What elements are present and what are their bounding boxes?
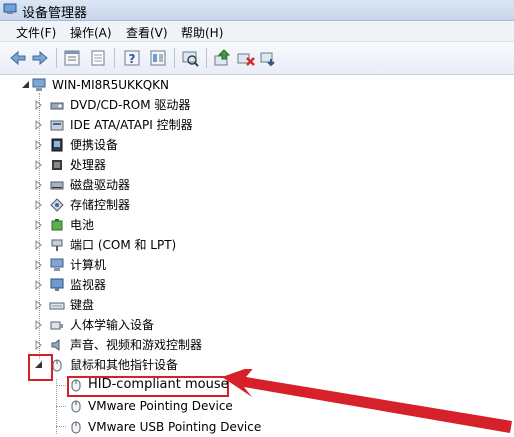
category-label: 计算机 (70, 258, 107, 272)
title-bar: 设备管理器 (0, 0, 514, 21)
category-label: 便携设备 (70, 138, 119, 152)
menu-action[interactable]: 操作(A) (70, 24, 112, 41)
category-label: 人体学输入设备 (70, 318, 155, 332)
tree-category[interactable]: 磁盘驱动器 (0, 175, 514, 195)
category-label: 鼠标和其他指针设备 (70, 358, 179, 372)
expand-arrow-icon[interactable] (34, 300, 43, 310)
category-label: 端口 (COM 和 LPT) (70, 238, 177, 252)
tree-category[interactable]: IDE ATA/ATAPI 控制器 (0, 115, 514, 135)
menu-view[interactable]: 查看(V) (126, 24, 168, 41)
category-label: 存储控制器 (70, 198, 131, 212)
expand-arrow-icon[interactable] (34, 340, 43, 350)
category-label: 处理器 (70, 158, 107, 172)
list-icon[interactable] (88, 48, 108, 68)
collapse-arrow-icon[interactable] (21, 80, 30, 90)
tree-category[interactable]: 计算机 (0, 255, 514, 275)
tree-category[interactable]: 键盘 (0, 295, 514, 315)
help-icon[interactable]: ? (122, 48, 142, 68)
monitor-icon (50, 278, 64, 291)
menu-help[interactable]: 帮助(H) (181, 24, 223, 41)
annotation-arrow (222, 369, 512, 433)
svg-text:?: ? (129, 52, 136, 66)
expand-arrow-icon[interactable] (34, 140, 43, 150)
device-label: VMware Pointing Device (88, 399, 233, 413)
device-manager-icon (3, 3, 17, 14)
expand-arrow-icon[interactable] (34, 320, 43, 330)
expand-arrow-icon[interactable] (34, 160, 43, 170)
expand-arrow-icon[interactable] (34, 200, 43, 210)
disable-icon[interactable] (236, 48, 256, 68)
mouse-icon (71, 421, 81, 434)
expand-arrow-icon[interactable] (34, 120, 43, 130)
battery-icon (51, 219, 63, 231)
category-label: 监视器 (70, 278, 107, 292)
window-title: 设备管理器 (22, 6, 88, 21)
category-label: 磁盘驱动器 (70, 178, 131, 192)
tree-root[interactable]: WIN-MI8R5UKKQKN (0, 75, 514, 95)
mouse-icon (71, 400, 81, 413)
update-driver-icon[interactable] (212, 48, 232, 68)
menu-file[interactable]: 文件(F) (16, 24, 56, 41)
expand-arrow-icon[interactable] (34, 220, 43, 230)
tree-category[interactable]: 便携设备 (0, 135, 514, 155)
back-arrow-icon[interactable] (8, 48, 28, 68)
keyboard-icon (49, 302, 65, 310)
forward-arrow-icon[interactable] (30, 48, 50, 68)
root-label: WIN-MI8R5UKKQKN (52, 78, 170, 92)
port-icon (51, 239, 63, 251)
scan-icon[interactable] (180, 48, 200, 68)
expand-arrow-icon[interactable] (34, 100, 43, 110)
tree-category[interactable]: 存储控制器 (0, 195, 514, 215)
ide-controller-icon (50, 120, 64, 131)
storage-controller-icon (50, 198, 64, 212)
sound-icon (51, 339, 60, 351)
hid-icon (50, 321, 63, 330)
portable-device-icon (51, 138, 63, 152)
computer-icon (32, 78, 46, 91)
processor-icon (52, 160, 62, 170)
tree-category[interactable]: 监视器 (0, 275, 514, 295)
expand-arrow-icon[interactable] (34, 240, 43, 250)
category-label: 键盘 (70, 298, 95, 312)
uninstall-icon[interactable] (258, 48, 278, 68)
tree-category[interactable]: 电池 (0, 215, 514, 235)
category-label: 声音、视频和游戏控制器 (70, 338, 203, 352)
tree-category[interactable]: 人体学输入设备 (0, 315, 514, 335)
category-label: DVD/CD-ROM 驱动器 (70, 98, 191, 112)
expand-arrow-icon[interactable] (34, 260, 43, 270)
tree-category[interactable]: 处理器 (0, 155, 514, 175)
category-label: 电池 (70, 218, 95, 232)
expand-arrow-icon[interactable] (34, 180, 43, 190)
tree-category[interactable]: 声音、视频和游戏控制器 (0, 335, 514, 355)
tree-category[interactable]: 端口 (COM 和 LPT) (0, 235, 514, 255)
category-label: IDE ATA/ATAPI 控制器 (70, 118, 193, 132)
menu-bar: 文件(F) 操作(A) 查看(V) 帮助(H) (0, 21, 514, 42)
properties-icon[interactable] (62, 48, 82, 68)
device-label: HID-compliant mouse (88, 377, 229, 392)
tree-category[interactable]: DVD/CD-ROM 驱动器 (0, 95, 514, 115)
expand-arrow-icon[interactable] (34, 280, 43, 290)
disk-drive-icon (50, 181, 64, 190)
computer-icon (50, 258, 64, 271)
device-tree: WIN-MI8R5UKKQKN DVD/CD-ROM 驱动器 IDE ATA/AT… (0, 75, 514, 436)
mouse-icon (71, 379, 81, 392)
dvd-drive-icon (50, 102, 64, 110)
view-icon[interactable] (148, 48, 168, 68)
toolbar: ? (0, 42, 514, 75)
